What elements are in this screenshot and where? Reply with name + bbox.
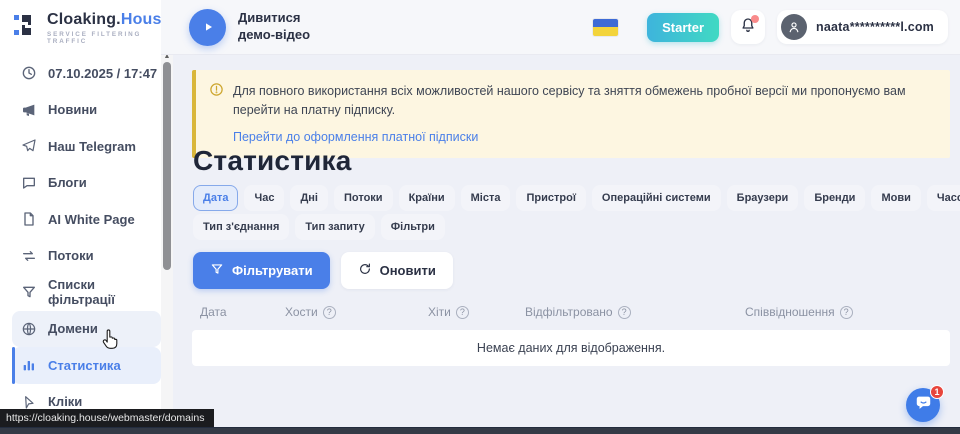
notification-dot [751, 15, 759, 23]
tab-countries[interactable]: Країни [399, 185, 455, 211]
column-hosts: Хости ? [285, 305, 428, 319]
sidebar-datetime-label: 07.10.2025 / 17:47 [48, 66, 157, 81]
link-preview-statusbar: https://cloaking.house/webmaster/domains [0, 409, 214, 427]
swap-arrows-icon [21, 248, 37, 264]
table-header: Дата Хости ? Хіти ? Відфільтровано ? Спі… [192, 305, 950, 319]
column-date: Дата [200, 305, 285, 319]
avatar [781, 14, 807, 40]
funnel-icon [210, 262, 224, 279]
user-account-button[interactable]: naata**********l.com [777, 10, 948, 44]
sidebar-item-label: Наш Telegram [48, 139, 136, 154]
page-title: Статистика [193, 145, 352, 177]
filter-button[interactable]: Фільтрувати [193, 252, 330, 289]
tab-filters[interactable]: Фільтри [381, 214, 445, 240]
sidebar-item-label: Списки фільтрації [48, 277, 161, 307]
sidebar-item-blogs[interactable]: Блоги [12, 165, 161, 202]
sidebar-item-label: Новини [48, 102, 97, 117]
statistics-tabs: Дата Час Дні Потоки Країни Міста Пристро… [193, 185, 960, 240]
table-empty-state: Немає даних для відображення. [192, 330, 950, 366]
sidebar-item-label: Блоги [48, 175, 87, 190]
sidebar-scrollbar[interactable]: ▲ ▼ [161, 50, 173, 434]
subscribe-link[interactable]: Перейти до оформлення платної підписки [233, 130, 478, 144]
refresh-button[interactable]: Оновити [341, 252, 453, 289]
clock-icon [21, 65, 37, 81]
help-icon[interactable]: ? [456, 306, 469, 319]
topbar: Дивитися демо-відео Starter naata*******… [161, 0, 960, 55]
tab-request-type[interactable]: Тип запиту [295, 214, 374, 240]
tab-days[interactable]: Дні [290, 185, 328, 211]
play-icon[interactable] [189, 9, 226, 46]
sidebar-item-label: Домени [48, 321, 98, 336]
tab-date[interactable]: Дата [193, 185, 238, 211]
sidebar: Cloaking.House SERVICE FILTERING TRAFFIC… [0, 0, 161, 434]
user-email: naata**********l.com [816, 20, 934, 34]
demo-video-button[interactable]: Дивитися демо-відео [189, 9, 310, 46]
banner-text: Для повного використання всіх можливосте… [233, 82, 934, 120]
chat-bubble-icon [21, 175, 37, 191]
tab-connection-type[interactable]: Тип з'єднання [193, 214, 289, 240]
sidebar-item-label: Кліки [48, 394, 82, 409]
column-hits: Хіти ? [428, 305, 525, 319]
tab-timezone[interactable]: Часовий пояс [927, 185, 960, 211]
tab-operating-systems[interactable]: Операційні системи [592, 185, 721, 211]
sidebar-item-telegram[interactable]: Наш Telegram [12, 128, 161, 165]
sidebar-item-filter-lists[interactable]: Списки фільтрації [12, 274, 161, 311]
megaphone-icon [21, 102, 37, 118]
logo-text: Cloaking.House [47, 11, 171, 29]
sidebar-nav: 07.10.2025 / 17:47 Новини Наш Telegram Б… [0, 55, 161, 420]
tab-brands[interactable]: Бренди [804, 185, 865, 211]
tab-devices[interactable]: Пристрої [516, 185, 585, 211]
tab-flows[interactable]: Потоки [334, 185, 393, 211]
cloaking-house-logo-icon [13, 12, 39, 43]
tab-cities[interactable]: Міста [461, 185, 511, 211]
paper-plane-icon [21, 138, 37, 154]
column-ratio: Співвідношення ? [745, 305, 950, 319]
chat-unread-badge: 1 [930, 385, 944, 399]
sidebar-item-statistics[interactable]: Статистика [12, 347, 161, 384]
sidebar-item-ai-white-page[interactable]: AI White Page [12, 201, 161, 238]
tab-languages[interactable]: Мови [871, 185, 920, 211]
logo-tagline: SERVICE FILTERING TRAFFIC [47, 31, 171, 45]
sidebar-item-label: Потоки [48, 248, 94, 263]
logo[interactable]: Cloaking.House SERVICE FILTERING TRAFFIC [0, 0, 161, 55]
tab-time[interactable]: Час [244, 185, 284, 211]
plan-badge[interactable]: Starter [647, 13, 719, 42]
scrollbar-thumb[interactable] [163, 62, 171, 270]
warning-icon [209, 82, 224, 102]
tab-browsers[interactable]: Браузери [727, 185, 799, 211]
globe-icon [21, 321, 37, 337]
sidebar-item-news[interactable]: Новини [12, 92, 161, 129]
page-icon [21, 211, 37, 227]
sidebar-item-label: AI White Page [48, 212, 135, 227]
sidebar-item-label: Статистика [48, 358, 121, 373]
help-icon[interactable]: ? [840, 306, 853, 319]
bar-chart-icon [21, 357, 37, 373]
cursor-icon [21, 394, 37, 410]
sidebar-datetime: 07.10.2025 / 17:47 [12, 55, 161, 92]
notifications-button[interactable] [731, 10, 765, 44]
sidebar-item-flows[interactable]: Потоки [12, 238, 161, 275]
window-bottom-edge [0, 427, 960, 434]
chat-bubble-icon [914, 393, 933, 417]
chat-widget-button[interactable]: 1 [906, 388, 940, 422]
toolbar: Фільтрувати Оновити [193, 252, 453, 289]
main-content: Для повного використання всіх можливосте… [173, 55, 960, 427]
refresh-icon [358, 262, 372, 279]
help-icon[interactable]: ? [618, 306, 631, 319]
column-filtered: Відфільтровано ? [525, 305, 745, 319]
help-icon[interactable]: ? [323, 306, 336, 319]
funnel-icon [21, 284, 37, 300]
ukraine-flag-icon[interactable] [593, 19, 618, 36]
sidebar-item-domains[interactable]: Домени [12, 311, 161, 348]
demo-video-label: Дивитися демо-відео [238, 10, 310, 44]
